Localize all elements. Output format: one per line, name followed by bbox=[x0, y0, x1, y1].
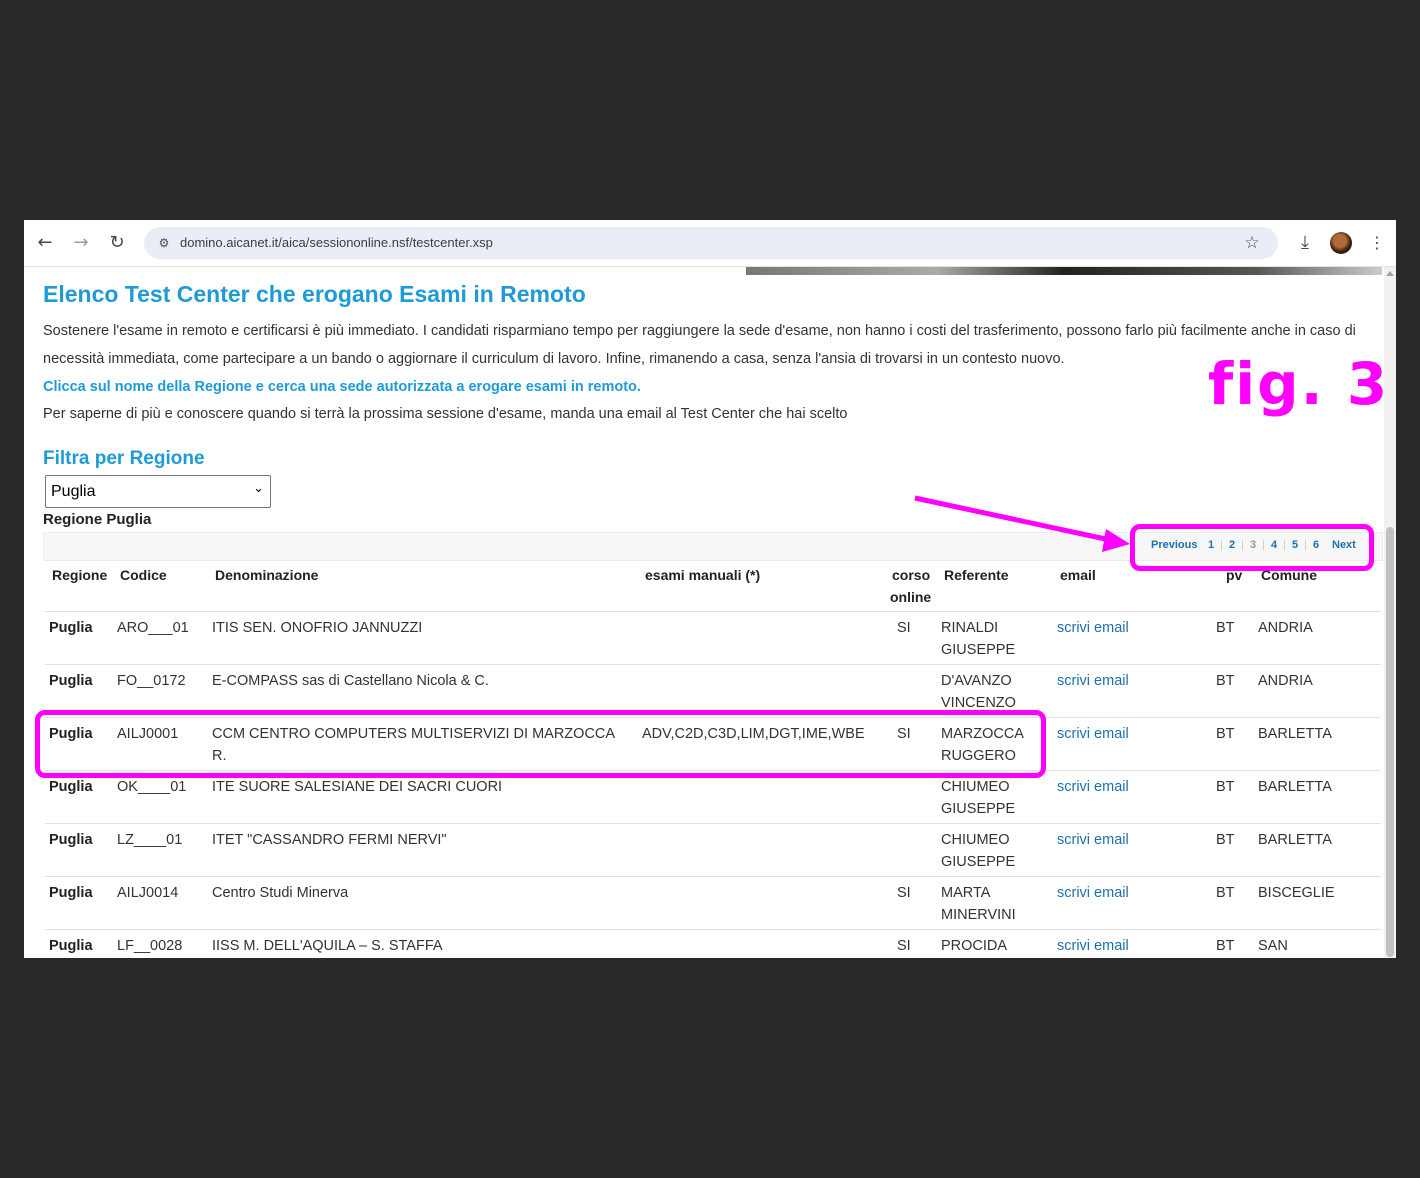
header-denominazione[interactable]: Denominazione bbox=[215, 567, 318, 583]
email-link[interactable]: scrivi email bbox=[1057, 670, 1129, 692]
cell-referente-line-2: GIUSEPPE bbox=[941, 642, 1016, 658]
header-corso-online-2[interactable]: online bbox=[890, 589, 931, 605]
pagination-highlight-box bbox=[1130, 524, 1374, 571]
cell-regione: Puglia bbox=[49, 673, 93, 689]
cell-comune: BARLETTA bbox=[1258, 832, 1332, 848]
browser-toolbar: ← → ↻ ⚙ domino.aicanet.it/aica/sessionon… bbox=[24, 220, 1396, 267]
cell-referente: CHIUMEO bbox=[941, 779, 1010, 795]
site-info-icon[interactable]: ⚙ bbox=[152, 231, 176, 255]
cell-denominazione: Centro Studi Minerva bbox=[212, 885, 349, 901]
cell-pv: BT bbox=[1216, 620, 1235, 636]
cell-codice: LZ____01 bbox=[117, 832, 183, 848]
intro-text-line-1: Sostenere l'esame in remoto e certificar… bbox=[43, 323, 1356, 339]
cell-comune: BARLETTA bbox=[1258, 779, 1332, 795]
cell-pv: BT bbox=[1216, 938, 1235, 954]
browser-window: ← → ↻ ⚙ domino.aicanet.it/aica/sessionon… bbox=[24, 220, 1396, 958]
cell-codice: ARO___01 bbox=[117, 620, 189, 636]
cell-codice: OK____01 bbox=[117, 779, 187, 795]
cell-denominazione: ITE SUORE SALESIANE DEI SACRI CUORI bbox=[212, 779, 503, 795]
header-email[interactable]: email bbox=[1060, 567, 1096, 583]
scrollbar-thumb[interactable] bbox=[1386, 527, 1394, 957]
cell-pv: BT bbox=[1216, 832, 1235, 848]
region-select[interactable]: Puglia ⌄ bbox=[45, 475, 271, 508]
row-divider bbox=[45, 876, 1381, 877]
cell-comune: BARLETTA bbox=[1258, 726, 1332, 742]
cell-pv: BT bbox=[1216, 726, 1235, 742]
cell-pv: BT bbox=[1216, 673, 1235, 689]
row-highlight-box bbox=[35, 710, 1046, 778]
cell-corso-online: SI bbox=[897, 620, 911, 636]
email-link[interactable]: scrivi email bbox=[1057, 723, 1129, 745]
cell-referente: RINALDI bbox=[941, 620, 999, 636]
page-content: Elenco Test Center che erogano Esami in … bbox=[24, 267, 1384, 958]
region-select-value: Puglia bbox=[51, 483, 96, 500]
reload-icon[interactable]: ↻ bbox=[105, 231, 129, 255]
row-divider bbox=[45, 664, 1381, 665]
cell-regione: Puglia bbox=[49, 832, 93, 848]
cell-denominazione: ITIS SEN. ONOFRIO JANNUZZI bbox=[212, 620, 423, 636]
cell-referente: MARTA bbox=[941, 885, 991, 901]
cell-regione: Puglia bbox=[49, 620, 93, 636]
url-text[interactable]: domino.aicanet.it/aica/sessiononline.nsf… bbox=[180, 235, 493, 250]
header-banner-image bbox=[746, 267, 1382, 275]
filter-title: Filtra per Regione bbox=[43, 448, 205, 469]
cell-denominazione: ITET "CASSANDRO FERMI NERVI" bbox=[212, 832, 447, 848]
cell-referente-line-2: GIUSEPPE bbox=[941, 854, 1016, 870]
profile-avatar[interactable] bbox=[1330, 232, 1352, 254]
cell-referente-line-2: GIUSEPPE bbox=[941, 801, 1016, 817]
email-link[interactable]: scrivi email bbox=[1057, 882, 1129, 904]
cell-regione: Puglia bbox=[49, 938, 93, 954]
cell-comune: SAN bbox=[1258, 938, 1288, 954]
cell-codice: FO__0172 bbox=[117, 673, 186, 689]
page-title: Elenco Test Center che erogano Esami in … bbox=[43, 281, 586, 307]
header-divider bbox=[45, 611, 1381, 612]
header-esami-manuali[interactable]: esami manuali (*) bbox=[645, 567, 760, 583]
back-arrow-icon[interactable]: ← bbox=[33, 231, 57, 255]
cell-comune: BISCEGLIE bbox=[1258, 885, 1335, 901]
email-link[interactable]: scrivi email bbox=[1057, 829, 1129, 851]
cell-regione: Puglia bbox=[49, 779, 93, 795]
cell-pv: BT bbox=[1216, 779, 1235, 795]
cell-comune: ANDRIA bbox=[1258, 673, 1313, 689]
cell-referente-line-2: MINERVINI bbox=[941, 907, 1016, 923]
region-heading: Regione Puglia bbox=[43, 511, 152, 528]
cell-corso-online: SI bbox=[897, 885, 911, 901]
email-link[interactable]: scrivi email bbox=[1057, 617, 1129, 639]
intro-text-line-2: necessità immediata, come partecipare a … bbox=[43, 351, 1065, 367]
row-divider bbox=[45, 823, 1381, 824]
bookmark-star-icon[interactable]: ☆ bbox=[1240, 231, 1264, 255]
menu-dots-icon[interactable]: ⋮ bbox=[1365, 231, 1389, 255]
region-instructions-link[interactable]: Clicca sul nome della Regione e cerca un… bbox=[43, 379, 641, 395]
cell-referente: D'AVANZO bbox=[941, 673, 1012, 689]
cell-denominazione: IISS M. DELL'AQUILA – S. STAFFA bbox=[212, 938, 443, 954]
cell-denominazione: E-COMPASS sas di Castellano Nicola & C. bbox=[212, 673, 489, 689]
header-corso-online-1[interactable]: corso bbox=[892, 567, 930, 583]
header-codice[interactable]: Codice bbox=[120, 567, 167, 583]
cell-pv: BT bbox=[1216, 885, 1235, 901]
row-divider bbox=[45, 929, 1381, 930]
cell-corso-online: SI bbox=[897, 938, 911, 954]
header-regione[interactable]: Regione bbox=[52, 567, 107, 583]
cell-regione: Puglia bbox=[49, 885, 93, 901]
header-referente[interactable]: Referente bbox=[944, 567, 1009, 583]
email-link[interactable]: scrivi email bbox=[1057, 776, 1129, 798]
scroll-up-icon[interactable] bbox=[1386, 271, 1394, 276]
intro-text-line-3: Per saperne di più e conoscere quando si… bbox=[43, 406, 848, 422]
chevron-down-icon: ⌄ bbox=[253, 481, 264, 496]
download-icon[interactable]: ⤓ bbox=[1293, 231, 1317, 255]
email-link[interactable]: scrivi email bbox=[1057, 935, 1129, 957]
cell-comune: ANDRIA bbox=[1258, 620, 1313, 636]
figure-label: fig. 3 bbox=[1208, 350, 1390, 418]
forward-arrow-icon[interactable]: → bbox=[69, 231, 93, 255]
cell-codice: LF__0028 bbox=[117, 938, 183, 954]
cell-codice: AILJ0014 bbox=[117, 885, 179, 901]
cell-referente: PROCIDA bbox=[941, 938, 1008, 954]
address-bar[interactable]: ⚙ domino.aicanet.it/aica/sessiononline.n… bbox=[144, 227, 1278, 259]
cell-referente: CHIUMEO bbox=[941, 832, 1010, 848]
